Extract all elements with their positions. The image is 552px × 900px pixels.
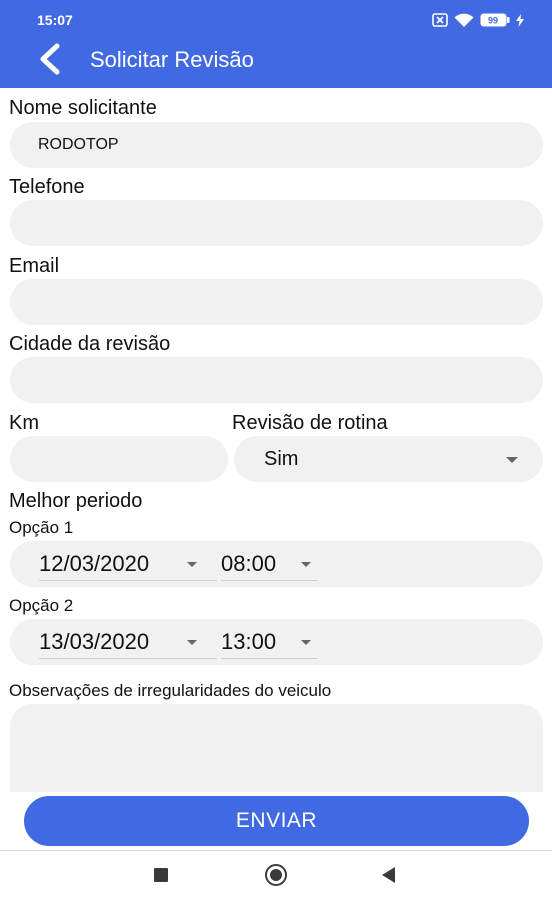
city-input[interactable] — [10, 357, 543, 403]
email-label: Email — [9, 255, 60, 277]
routine-label: Revisão de rotina — [232, 412, 388, 434]
phone-input[interactable] — [10, 200, 543, 246]
routine-selected-value: Sim — [264, 448, 299, 470]
system-back-button[interactable] — [377, 865, 401, 889]
recents-button[interactable] — [149, 865, 173, 889]
requester-input[interactable] — [10, 122, 543, 168]
option-2-time: 13:00 — [221, 629, 277, 654]
notification-x-icon — [432, 13, 448, 27]
system-nav-bar — [0, 851, 552, 900]
submit-button[interactable]: ENVIAR — [24, 796, 529, 846]
home-button[interactable] — [264, 863, 288, 892]
chevron-down-icon — [187, 640, 197, 645]
observations-label: Observações de irregularidades do veicul… — [9, 681, 332, 700]
charging-icon — [516, 13, 524, 27]
battery-icon: 99 — [480, 13, 510, 27]
option-2-date-picker[interactable]: 13/03/2020 — [39, 619, 217, 665]
back-button[interactable] — [30, 42, 70, 80]
requester-label: Nome solicitante — [9, 97, 157, 119]
option-1-date: 12/03/2020 — [39, 551, 150, 576]
best-period-label: Melhor periodo — [9, 490, 143, 512]
status-time: 15:07 — [37, 12, 73, 28]
chevron-down-icon — [301, 562, 311, 567]
observations-textarea[interactable] — [10, 704, 543, 792]
km-label: Km — [9, 412, 39, 434]
status-icons: 99 — [432, 11, 524, 29]
date-underline — [39, 658, 217, 659]
chevron-down-icon — [187, 562, 197, 567]
time-underline — [221, 658, 317, 659]
city-label: Cidade da revisão — [9, 333, 171, 355]
app-bar: 15:07 99 Solicitar Revisão — [0, 0, 552, 88]
battery-level: 99 — [488, 16, 498, 26]
routine-select[interactable]: Sim — [234, 436, 543, 482]
km-input[interactable] — [10, 436, 228, 482]
phone-label: Telefone — [9, 176, 85, 198]
back-arrow-icon — [37, 43, 63, 80]
option-1-row: 12/03/2020 08:00 — [10, 541, 543, 587]
option-1-label: Opção 1 — [9, 518, 74, 537]
option-2-date: 13/03/2020 — [39, 629, 150, 654]
back-triangle-icon — [380, 866, 398, 889]
home-circle-icon — [264, 863, 288, 892]
date-underline — [39, 580, 217, 581]
option-2-row: 13/03/2020 13:00 — [10, 619, 543, 665]
option-1-time-picker[interactable]: 08:00 — [221, 541, 317, 587]
recents-square-icon — [153, 867, 169, 888]
email-input[interactable] — [10, 279, 543, 325]
chevron-down-icon — [301, 640, 311, 645]
option-2-time-picker[interactable]: 13:00 — [221, 619, 317, 665]
wifi-icon — [454, 13, 474, 28]
option-2-label: Opção 2 — [9, 596, 74, 615]
option-1-date-picker[interactable]: 12/03/2020 — [39, 541, 217, 587]
time-underline — [221, 580, 317, 581]
chevron-down-icon — [506, 457, 518, 463]
page-title: Solicitar Revisão — [90, 47, 254, 72]
option-1-time: 08:00 — [221, 551, 277, 576]
